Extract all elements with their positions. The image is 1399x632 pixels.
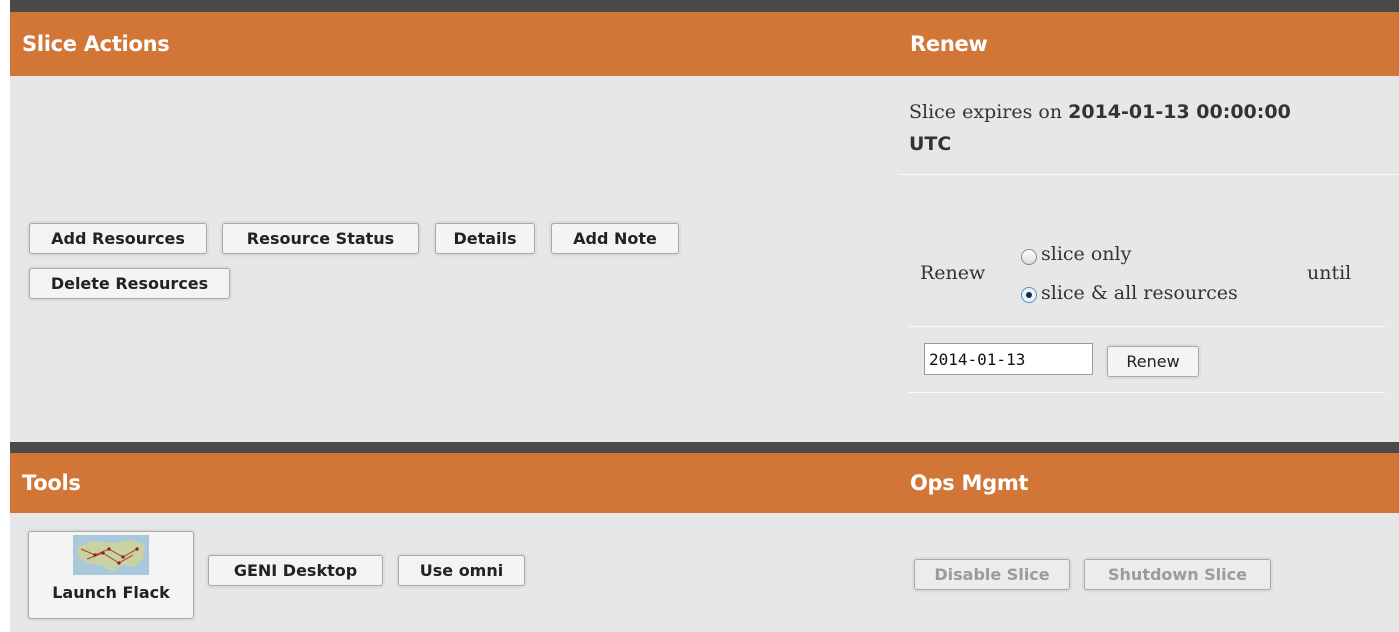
- renew-separator-3: [908, 392, 1385, 393]
- geni-desktop-button[interactable]: GENI Desktop: [208, 555, 383, 586]
- tools-title: Tools: [22, 471, 81, 495]
- slice-all-resources-label: slice & all resources: [1041, 282, 1238, 304]
- ops-mgmt-header: Ops Mgmt: [898, 453, 1399, 513]
- renew-label: Renew: [920, 262, 986, 284]
- add-note-button[interactable]: Add Note: [551, 223, 679, 254]
- slice-actions-title: Slice Actions: [22, 32, 170, 56]
- shutdown-slice-button[interactable]: Shutdown Slice: [1084, 559, 1271, 590]
- expires-prefix: Slice expires on: [909, 101, 1063, 123]
- slice-all-resources-radio[interactable]: [1021, 287, 1037, 303]
- delete-resources-button[interactable]: Delete Resources: [29, 268, 230, 299]
- middle-divider-bar: [10, 442, 1399, 453]
- details-button[interactable]: Details: [435, 223, 535, 254]
- expiration-text: Slice expires on 2014-01-13 00:00:00 UTC: [909, 96, 1389, 160]
- renew-button[interactable]: Renew: [1107, 346, 1199, 377]
- use-omni-button[interactable]: Use omni: [398, 555, 525, 586]
- renew-date-input[interactable]: [924, 343, 1093, 375]
- slice-only-label: slice only: [1041, 243, 1132, 265]
- slice-actions-header: Slice Actions: [10, 12, 898, 76]
- add-resources-button[interactable]: Add Resources: [29, 223, 207, 254]
- expires-date: 2014-01-13 00:00:00: [1068, 101, 1291, 123]
- launch-flack-button[interactable]: Launch Flack: [28, 531, 194, 619]
- slice-only-radio[interactable]: [1021, 249, 1037, 265]
- until-label: until: [1307, 262, 1352, 284]
- flack-map-icon: [73, 535, 149, 575]
- launch-flack-label: Launch Flack: [52, 583, 170, 602]
- tools-header: Tools: [10, 453, 898, 513]
- renew-title: Renew: [910, 32, 988, 56]
- top-divider-bar: [10, 0, 1399, 12]
- slice-actions-panel: [10, 76, 898, 442]
- ops-mgmt-title: Ops Mgmt: [910, 471, 1029, 495]
- renew-separator-1: [898, 174, 1399, 175]
- renew-separator-2: [908, 326, 1385, 327]
- resource-status-button[interactable]: Resource Status: [222, 223, 419, 254]
- renew-header: Renew: [898, 12, 1399, 76]
- expires-timezone: UTC: [909, 133, 952, 155]
- disable-slice-button[interactable]: Disable Slice: [914, 559, 1070, 590]
